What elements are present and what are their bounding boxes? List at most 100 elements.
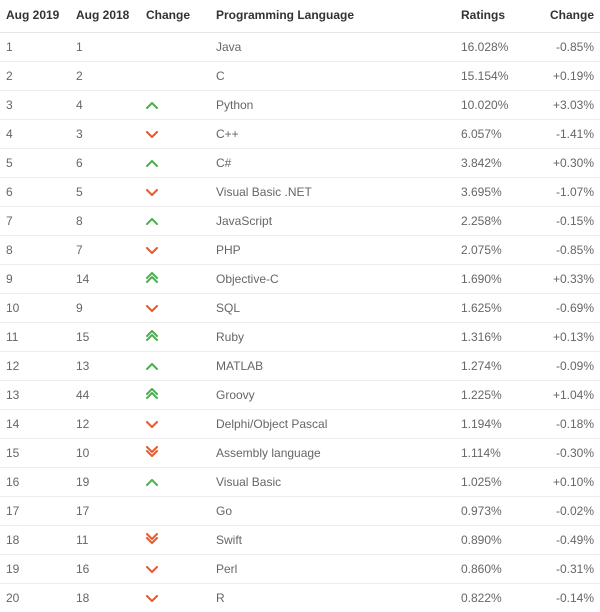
tiobe-ranking-table: Aug 2019 Aug 2018 Change Programming Lan… <box>0 0 600 612</box>
table-row: 65Visual Basic .NET3.695%-1.07% <box>0 178 600 207</box>
header-ratings: Ratings <box>455 0 535 33</box>
language-cell: Visual Basic <box>210 468 455 497</box>
change-cell: +0.19% <box>535 62 600 91</box>
table-header-row: Aug 2019 Aug 2018 Change Programming Lan… <box>0 0 600 33</box>
rank-2018-cell: 12 <box>70 410 140 439</box>
change-icon-cell <box>140 497 210 526</box>
language-cell: PHP <box>210 236 455 265</box>
ratings-cell: 16.028% <box>455 33 535 62</box>
change-cell: +3.03% <box>535 91 600 120</box>
change-cell: -0.09% <box>535 352 600 381</box>
rank-2018-cell: 10 <box>70 439 140 468</box>
ratings-cell: 0.860% <box>455 555 535 584</box>
chevron-down-icon <box>146 131 158 138</box>
change-cell: -0.14% <box>535 584 600 612</box>
table-row: 1510Assembly language1.114%-0.30% <box>0 439 600 468</box>
table-row: 34Python10.020%+3.03% <box>0 91 600 120</box>
double-chevron-down-icon <box>146 446 158 457</box>
ratings-cell: 15.154% <box>455 62 535 91</box>
ratings-cell: 10.020% <box>455 91 535 120</box>
rank-2018-cell: 1 <box>70 33 140 62</box>
language-cell: Objective-C <box>210 265 455 294</box>
change-icon-cell <box>140 352 210 381</box>
language-cell: C++ <box>210 120 455 149</box>
change-cell: +0.13% <box>535 323 600 352</box>
ratings-cell: 1.225% <box>455 381 535 410</box>
table-row: 43C++6.057%-1.41% <box>0 120 600 149</box>
ratings-cell: 1.625% <box>455 294 535 323</box>
rank-2018-cell: 44 <box>70 381 140 410</box>
change-cell: +1.04% <box>535 381 600 410</box>
table-row: 2018R0.822%-0.14% <box>0 584 600 612</box>
change-icon-cell <box>140 526 210 555</box>
change-cell: -0.49% <box>535 526 600 555</box>
change-cell: -0.15% <box>535 207 600 236</box>
chevron-down-icon <box>146 566 158 573</box>
ratings-cell: 3.695% <box>455 178 535 207</box>
language-cell: Perl <box>210 555 455 584</box>
rank-2018-cell: 7 <box>70 236 140 265</box>
rank-2019-cell: 17 <box>0 497 70 526</box>
language-cell: C# <box>210 149 455 178</box>
rank-2018-cell: 16 <box>70 555 140 584</box>
rank-2019-cell: 11 <box>0 323 70 352</box>
ratings-cell: 1.114% <box>455 439 535 468</box>
ratings-cell: 0.973% <box>455 497 535 526</box>
language-cell: Assembly language <box>210 439 455 468</box>
rank-2019-cell: 14 <box>0 410 70 439</box>
ratings-cell: 0.822% <box>455 584 535 612</box>
table-row: 78JavaScript2.258%-0.15% <box>0 207 600 236</box>
change-icon-cell <box>140 120 210 149</box>
ratings-cell: 1.316% <box>455 323 535 352</box>
header-change: Change <box>535 0 600 33</box>
change-icon-cell <box>140 91 210 120</box>
header-rank-2019: Aug 2019 <box>0 0 70 33</box>
rank-2018-cell: 14 <box>70 265 140 294</box>
table-row: 109SQL1.625%-0.69% <box>0 294 600 323</box>
rank-2019-cell: 2 <box>0 62 70 91</box>
change-icon-cell <box>140 207 210 236</box>
change-icon-cell <box>140 323 210 352</box>
language-cell: Go <box>210 497 455 526</box>
change-icon-cell <box>140 555 210 584</box>
change-icon-cell <box>140 265 210 294</box>
rank-2019-cell: 19 <box>0 555 70 584</box>
language-cell: Swift <box>210 526 455 555</box>
chevron-up-icon <box>146 363 158 370</box>
rank-2019-cell: 16 <box>0 468 70 497</box>
change-icon-cell <box>140 410 210 439</box>
change-icon-cell <box>140 178 210 207</box>
chevron-down-icon <box>146 421 158 428</box>
rank-2018-cell: 5 <box>70 178 140 207</box>
change-icon-cell <box>140 62 210 91</box>
ratings-cell: 6.057% <box>455 120 535 149</box>
rank-2019-cell: 8 <box>0 236 70 265</box>
header-rank-2018: Aug 2018 <box>70 0 140 33</box>
chevron-up-icon <box>146 160 158 167</box>
table-row: 56C#3.842%+0.30% <box>0 149 600 178</box>
language-cell: Ruby <box>210 323 455 352</box>
language-cell: JavaScript <box>210 207 455 236</box>
change-icon-cell <box>140 33 210 62</box>
table-row: 1811Swift0.890%-0.49% <box>0 526 600 555</box>
change-cell: +0.33% <box>535 265 600 294</box>
table-row: 22C15.154%+0.19% <box>0 62 600 91</box>
change-icon-cell <box>140 439 210 468</box>
chevron-up-icon <box>146 218 158 225</box>
rank-2018-cell: 19 <box>70 468 140 497</box>
rank-2019-cell: 3 <box>0 91 70 120</box>
rank-2018-cell: 8 <box>70 207 140 236</box>
double-chevron-up-icon <box>146 388 158 399</box>
change-cell: -0.85% <box>535 236 600 265</box>
table-row: 87PHP2.075%-0.85% <box>0 236 600 265</box>
double-chevron-down-icon <box>146 533 158 544</box>
ratings-cell: 1.025% <box>455 468 535 497</box>
chevron-down-icon <box>146 189 158 196</box>
ratings-cell: 3.842% <box>455 149 535 178</box>
rank-2018-cell: 18 <box>70 584 140 612</box>
rank-2019-cell: 15 <box>0 439 70 468</box>
double-chevron-up-icon <box>146 330 158 341</box>
change-cell: -0.69% <box>535 294 600 323</box>
rank-2018-cell: 13 <box>70 352 140 381</box>
ratings-cell: 1.690% <box>455 265 535 294</box>
